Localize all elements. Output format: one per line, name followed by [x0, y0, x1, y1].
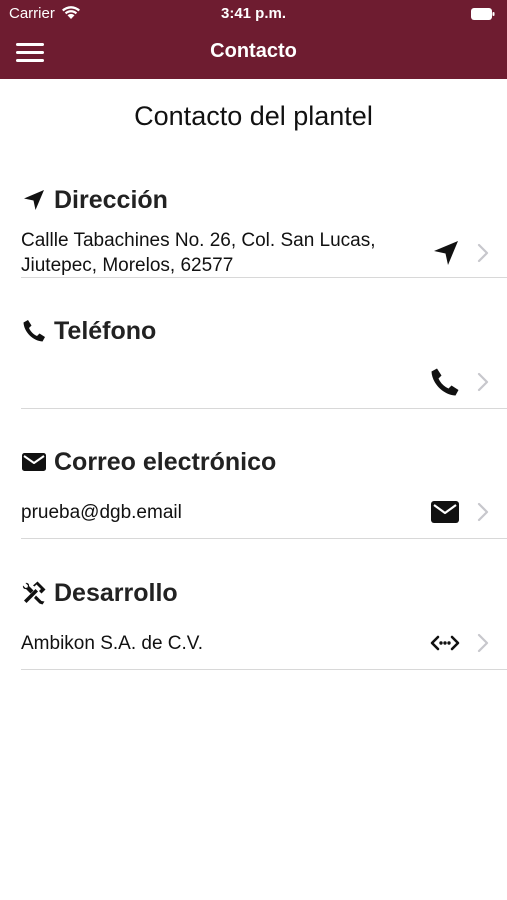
status-bar: Carrier 3:41 p.m.	[0, 0, 507, 28]
chevron-right-icon	[476, 632, 490, 654]
location-arrow-icon	[21, 187, 47, 213]
chevron-right-icon	[476, 371, 490, 393]
divider	[21, 538, 507, 539]
divider	[21, 277, 507, 278]
address-text: Callle Tabachines No. 26, Col. San Lucas…	[21, 230, 376, 276]
phone-row[interactable]	[21, 364, 507, 404]
code-arrows-icon[interactable]	[429, 627, 461, 659]
section-title-label: Correo electrónico	[54, 447, 277, 476]
page-title: Contacto del plantel	[134, 101, 373, 131]
envelope-icon[interactable]	[429, 496, 461, 528]
envelope-icon	[21, 449, 47, 475]
email-row[interactable]: prueba@dgb.email	[21, 500, 507, 530]
section-title-label: Teléfono	[54, 316, 157, 345]
section-title-correo: Correo electrónico	[21, 445, 276, 479]
section-title-label: Dirección	[54, 185, 168, 214]
status-time: 3:41 p.m.	[220, 5, 287, 22]
chevron-right-icon	[476, 501, 490, 523]
tools-icon	[21, 580, 47, 606]
divider	[21, 408, 507, 409]
section-title-telefono: Teléfono	[21, 314, 156, 348]
developer-row[interactable]: Ambikon S.A. de C.V.	[21, 631, 507, 661]
location-arrow-icon[interactable]	[430, 237, 462, 269]
section-title-label: Desarrollo	[54, 578, 178, 607]
section-title-direccion: Dirección	[21, 183, 168, 217]
app-header: Carrier 3:41 p.m. Contacto	[0, 0, 507, 79]
developer-text: Ambikon S.A. de C.V.	[21, 633, 204, 654]
battery-icon	[471, 7, 495, 20]
phone-icon	[21, 318, 47, 344]
phone-icon[interactable]	[429, 366, 461, 398]
email-text: prueba@dgb.email	[21, 502, 182, 523]
navigation-bar: Contacto	[0, 28, 507, 79]
divider	[21, 669, 507, 670]
address-row[interactable]: Callle Tabachines No. 26, Col. San Lucas…	[21, 228, 507, 278]
chevron-right-icon	[476, 242, 490, 264]
section-title-desarrollo: Desarrollo	[21, 576, 178, 610]
nav-title: Contacto	[210, 40, 297, 62]
